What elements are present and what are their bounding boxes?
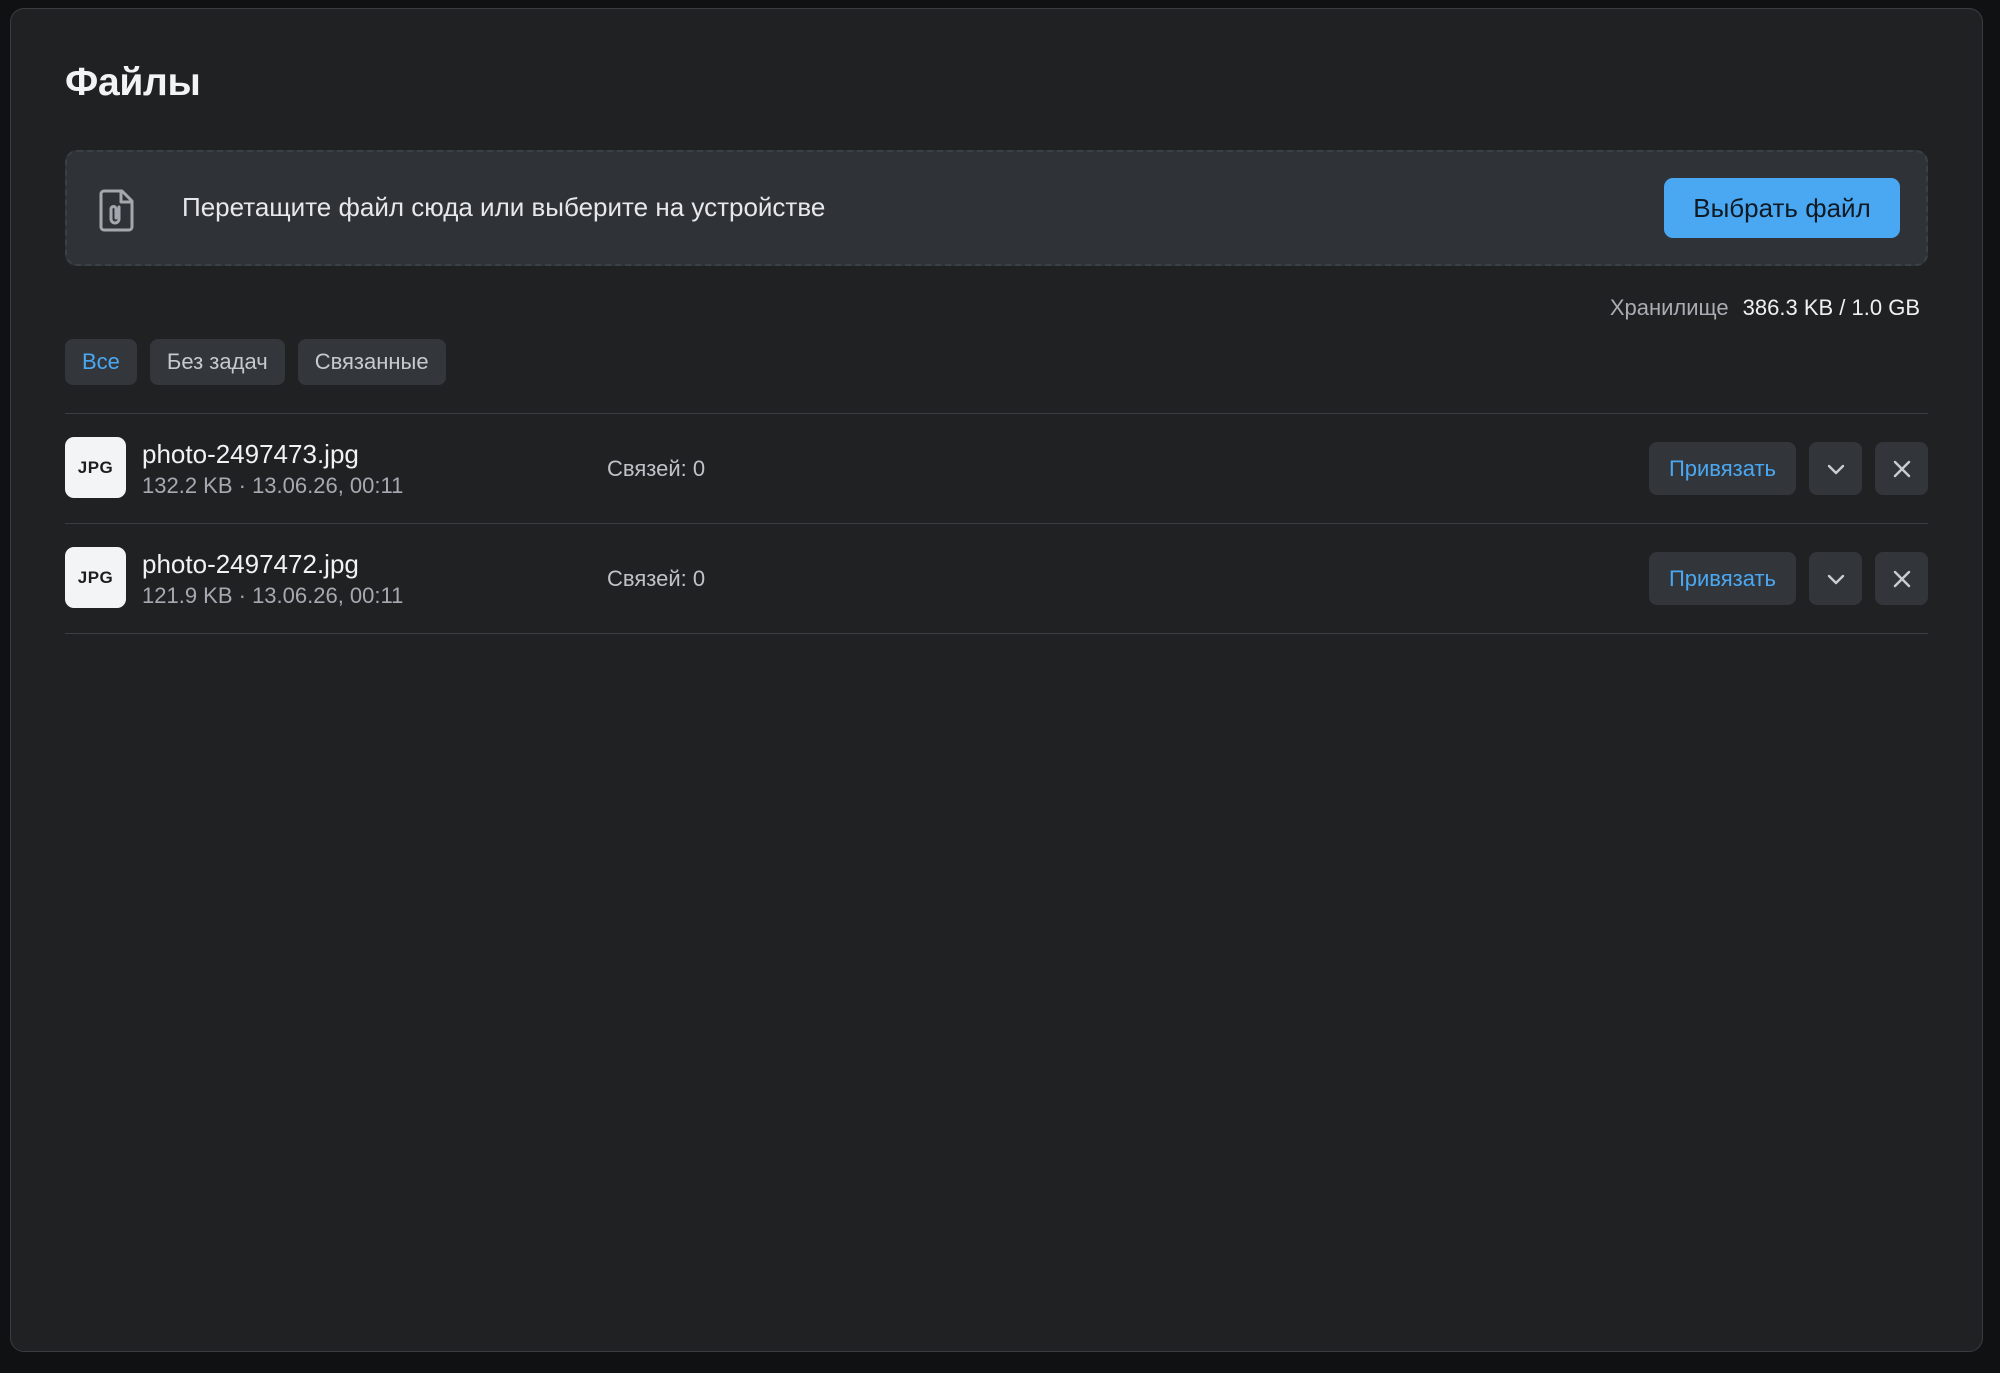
storage-value: 386.3 KB / 1.0 GB <box>1742 295 1920 320</box>
attach-button[interactable]: Привязать <box>1649 552 1796 605</box>
choose-file-button[interactable]: Выбрать файл <box>1664 178 1900 238</box>
file-meta: 121.9 KB · 13.06.26, 00:11 <box>142 583 404 608</box>
storage-usage: Хранилище 386.3 KB / 1.0 GB <box>1610 295 1920 321</box>
delete-button[interactable] <box>1875 552 1928 605</box>
file-name: photo-2497473.jpg <box>142 439 359 469</box>
attach-button[interactable]: Привязать <box>1649 442 1796 495</box>
file-dropzone[interactable]: Перетащите файл сюда или выберите на уст… <box>65 150 1928 266</box>
storage-label: Хранилище <box>1609 295 1729 320</box>
delete-button[interactable] <box>1875 442 1928 495</box>
close-icon <box>1893 570 1910 587</box>
dropzone-text: Перетащите файл сюда или выберите на уст… <box>182 192 826 222</box>
file-type-badge: JPG <box>65 547 126 608</box>
page-title: Файлы <box>65 61 201 104</box>
filter-linked[interactable]: Связанные <box>297 339 446 385</box>
file-row: JPG photo-2497472.jpg 121.9 KB · 13.06.2… <box>65 524 1928 633</box>
paperclip-file-icon <box>97 188 137 232</box>
file-links-count: Связей: 0 <box>607 456 706 481</box>
file-type-badge: JPG <box>65 437 126 498</box>
expand-button[interactable] <box>1809 442 1862 495</box>
files-panel: Файлы Перетащите файл сюда или выберите … <box>10 8 1983 1352</box>
close-icon <box>1893 460 1910 477</box>
list-divider-bottom <box>65 633 1928 634</box>
file-row: JPG photo-2497473.jpg 132.2 KB · 13.06.2… <box>65 414 1928 523</box>
file-actions: Привязать <box>1649 552 1928 605</box>
chevron-down-icon <box>1827 464 1844 474</box>
filter-all[interactable]: Все <box>65 339 137 385</box>
filter-no-tasks[interactable]: Без задач <box>149 339 285 385</box>
chevron-down-icon <box>1827 574 1844 584</box>
expand-button[interactable] <box>1809 552 1862 605</box>
filter-tabs: Все Без задач Связанные <box>65 339 446 385</box>
file-links-count: Связей: 0 <box>607 566 706 591</box>
file-meta: 132.2 KB · 13.06.26, 00:11 <box>142 473 404 498</box>
file-actions: Привязать <box>1649 442 1928 495</box>
file-name: photo-2497472.jpg <box>142 549 359 579</box>
